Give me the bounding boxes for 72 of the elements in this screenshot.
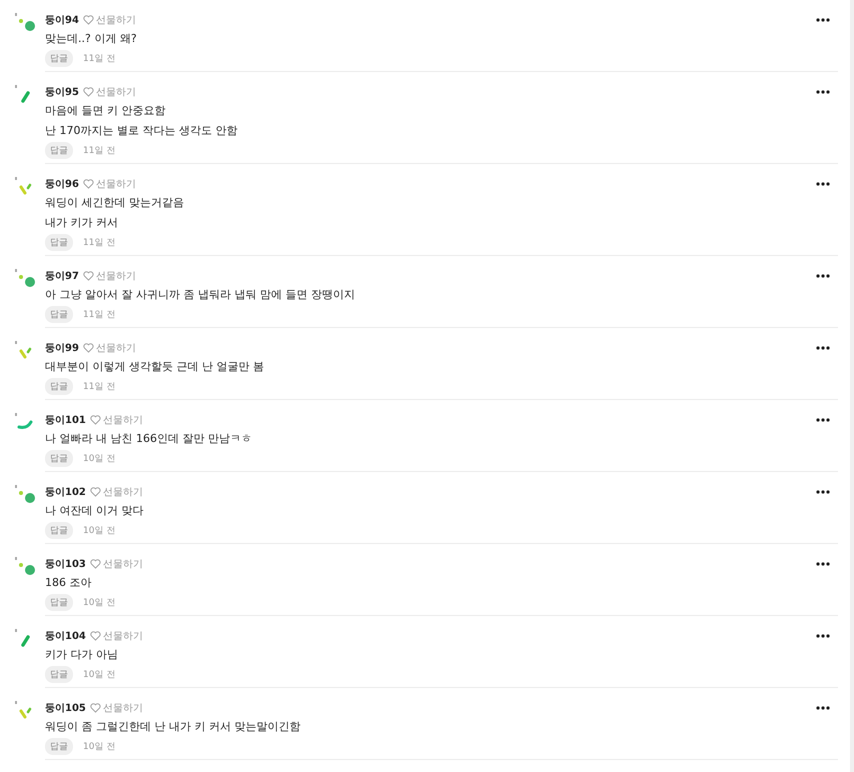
- comment-text: 나 여잔데 이거 맞다: [45, 503, 144, 519]
- more-icon[interactable]: [816, 274, 830, 278]
- user-name[interactable]: 둥이95: [45, 85, 79, 99]
- user-name[interactable]: 둥이99: [45, 341, 79, 355]
- heart-icon: [82, 179, 94, 189]
- timestamp: 11일 전: [83, 144, 116, 156]
- gift-button[interactable]: 선물하기: [82, 341, 136, 355]
- more-icon[interactable]: [816, 90, 830, 94]
- user-name[interactable]: 둥이105: [45, 701, 86, 715]
- reply-button[interactable]: 답글: [45, 738, 73, 754]
- comment-text: 키가 다가 아님: [45, 647, 119, 663]
- reply-button[interactable]: 답글: [45, 234, 73, 250]
- comment-text: 대부분이 이렇게 생각할듯 근데 난 얼굴만 봄: [45, 359, 265, 375]
- reply-button[interactable]: 답글: [45, 522, 73, 538]
- gift-button[interactable]: 선물하기: [82, 177, 136, 191]
- user-name[interactable]: 둥이102: [45, 485, 86, 499]
- more-icon[interactable]: [816, 18, 830, 22]
- user-name[interactable]: 둥이104: [45, 629, 86, 643]
- heart-icon: [90, 631, 101, 641]
- timestamp: 11일 전: [83, 52, 116, 64]
- heart-icon: [82, 87, 94, 97]
- reply-button[interactable]: 답글: [45, 594, 73, 610]
- gift-button[interactable]: 선물하기: [82, 269, 136, 283]
- heart-icon: [90, 559, 101, 569]
- heart-icon: [82, 271, 94, 281]
- more-icon[interactable]: [816, 182, 830, 186]
- timestamp: 11일 전: [83, 236, 116, 248]
- heart-icon: [90, 703, 101, 713]
- comment-text: 내가 키가 커서: [45, 215, 119, 231]
- user-name[interactable]: 둥이101: [45, 413, 86, 427]
- reply-button[interactable]: 답글: [45, 378, 73, 394]
- heart-icon: [90, 415, 101, 425]
- timestamp: 11일 전: [83, 380, 116, 392]
- gift-button[interactable]: 선물하기: [90, 701, 143, 715]
- timestamp: 11일 전: [83, 308, 116, 320]
- gift-button[interactable]: 선물하기: [90, 557, 143, 571]
- comment-text: 마음에 들면 키 안중요함: [45, 103, 166, 119]
- reply-button[interactable]: 답글: [45, 306, 73, 322]
- gift-button[interactable]: 선물하기: [90, 413, 143, 427]
- user-name[interactable]: 둥이97: [45, 269, 79, 283]
- user-name[interactable]: 둥이103: [45, 557, 86, 571]
- comment-text: 워딩이 세긴한데 맞는거같음: [45, 195, 185, 211]
- more-icon[interactable]: [816, 634, 830, 638]
- reply-button[interactable]: 답글: [45, 450, 73, 466]
- gift-button[interactable]: 선물하기: [82, 13, 136, 27]
- heart-icon: [82, 15, 94, 25]
- more-icon[interactable]: [816, 490, 830, 494]
- comment-text: 나 얼빠라 내 남친 166인데 잘만 만남ㅋㅎ: [45, 431, 253, 447]
- comment-text: 워딩이 좀 그럴긴한데 난 내가 키 커서 맞는말이긴함: [45, 719, 302, 735]
- more-icon[interactable]: [816, 706, 830, 710]
- reply-button[interactable]: 답글: [45, 142, 73, 158]
- timestamp: 10일 전: [83, 596, 116, 608]
- timestamp: 10일 전: [83, 668, 116, 680]
- timestamp: 10일 전: [83, 740, 116, 752]
- gift-button[interactable]: 선물하기: [90, 485, 143, 499]
- heart-icon: [82, 343, 94, 353]
- comment-text: 186 조아: [45, 575, 92, 591]
- comment-text: 난 170까지는 별로 작다는 생각도 안함: [45, 123, 238, 139]
- comment-text: 아 그냥 알아서 잘 사귀니까 좀 냅둬라 냅둬 맘에 들면 장땡이지: [45, 287, 356, 303]
- user-name[interactable]: 둥이94: [45, 13, 79, 27]
- gift-button[interactable]: 선물하기: [90, 629, 143, 643]
- more-icon[interactable]: [816, 346, 830, 350]
- reply-button[interactable]: 답글: [45, 50, 73, 66]
- gift-button[interactable]: 선물하기: [82, 85, 136, 99]
- more-icon[interactable]: [816, 562, 830, 566]
- timestamp: 10일 전: [83, 452, 116, 464]
- comment-text: 맞는데..? 이게 왜?: [45, 31, 138, 47]
- timestamp: 10일 전: [83, 524, 116, 536]
- reply-button[interactable]: 답글: [45, 666, 73, 682]
- user-name[interactable]: 둥이96: [45, 177, 79, 191]
- heart-icon: [90, 487, 101, 497]
- more-icon[interactable]: [816, 418, 830, 422]
